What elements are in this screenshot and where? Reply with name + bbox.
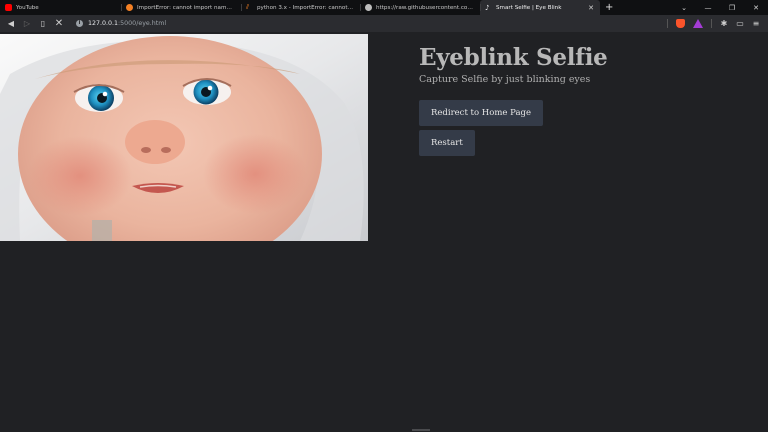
tab-search-icon[interactable]: ⌄ (672, 4, 696, 12)
tab-youtube[interactable]: YouTube (0, 0, 121, 15)
stackoverflow-icon (126, 4, 133, 11)
minimize-icon[interactable]: — (696, 4, 720, 12)
maximize-icon[interactable]: ❐ (720, 4, 744, 12)
sidebar-icon[interactable]: ▭ (732, 15, 748, 32)
page-subtitle: Capture Selfie by just blinking eyes (419, 74, 591, 85)
address-path: :5000/eye.html (118, 20, 167, 27)
restart-button[interactable]: Restart (419, 130, 475, 156)
browser-toolbar: ◀ ▷ ▯ ✕ i 127.0.0.1 :5000/eye.html ✱ ▭ ≡ (0, 15, 768, 32)
forward-icon[interactable]: ▷ (19, 15, 35, 32)
redirect-home-button[interactable]: Redirect to Home Page (419, 100, 543, 126)
close-tab-icon[interactable]: ✕ (588, 4, 594, 12)
back-icon[interactable]: ◀ (3, 15, 19, 32)
toolbar-right: ✱ ▭ ≡ (663, 15, 764, 32)
selfie-photo (0, 34, 368, 241)
address-bar[interactable]: i 127.0.0.1 :5000/eye.html (70, 17, 677, 30)
baby-photo-image (0, 34, 368, 241)
brave-shields-icon[interactable] (676, 19, 685, 28)
tab-label: python 3.x - ImportError: cannot impo... (257, 4, 354, 11)
globe-icon (365, 4, 372, 11)
divider (711, 19, 712, 28)
loading-icon: ♪ (485, 3, 490, 12)
tab-stackoverflow-2[interactable]: ⫽ python 3.x - ImportError: cannot impo.… (241, 0, 360, 15)
menu-icon[interactable]: ≡ (748, 15, 764, 32)
tab-smart-selfie[interactable]: ♪ Smart Selfie | Eye Blink ✕ (480, 0, 600, 15)
page-content: Eyeblink Selfie Capture Selfie by just b… (419, 44, 608, 156)
brave-rewards-icon[interactable] (693, 19, 703, 28)
horizontal-scroll-indicator[interactable] (412, 429, 430, 431)
tab-label: ImportError: cannot import name 'esc... (137, 4, 235, 11)
page-viewport: Eyeblink Selfie Capture Selfie by just b… (0, 32, 768, 432)
page-title: Eyeblink Selfie (419, 44, 608, 71)
tab-github-raw[interactable]: https://raw.githubusercontent.com/oo... (360, 0, 480, 15)
address-host: 127.0.0.1 (88, 20, 119, 27)
tab-label: Smart Selfie | Eye Blink (496, 4, 562, 11)
window-close-icon[interactable]: ✕ (744, 4, 768, 12)
site-info-icon[interactable]: i (76, 20, 83, 27)
tab-strip: YouTube ImportError: cannot import name … (0, 0, 768, 15)
tab-label: https://raw.githubusercontent.com/oo... (376, 4, 474, 11)
youtube-icon (5, 4, 12, 11)
divider (667, 19, 668, 28)
tab-label: YouTube (16, 4, 39, 11)
stop-loading-icon[interactable]: ✕ (51, 15, 67, 32)
new-tab-button[interactable]: + (600, 0, 618, 15)
extensions-icon[interactable]: ✱ (716, 15, 732, 32)
stackoverflow-icon: ⫽ (246, 3, 250, 11)
window-controls: ⌄ — ❐ ✕ (672, 0, 768, 15)
bookmark-icon[interactable]: ▯ (35, 15, 51, 32)
tab-stackoverflow-1[interactable]: ImportError: cannot import name 'esc... (121, 0, 241, 15)
